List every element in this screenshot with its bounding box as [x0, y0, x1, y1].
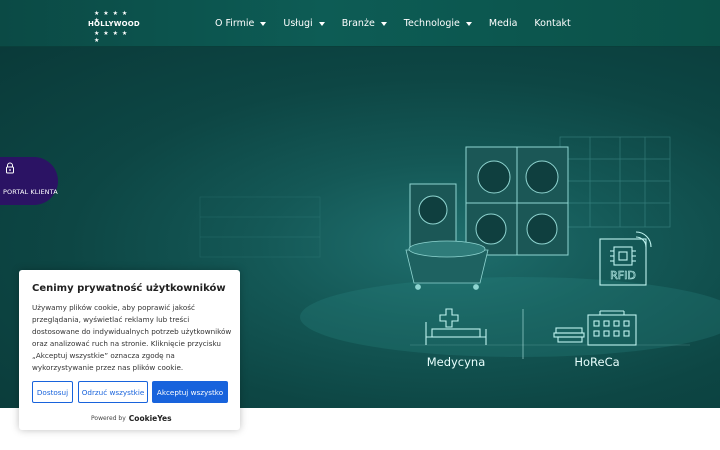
nav-item-media[interactable]: Media: [489, 18, 518, 29]
horeca-label: HoReCa: [574, 355, 619, 369]
reject-all-button[interactable]: Odrzuć wszystkie: [78, 381, 148, 403]
top-navbar: ★ ★ ★ ★ ★ HOLLYWOOD ★ ★ ★ ★ ★ O Firmie U…: [0, 0, 720, 47]
cookie-description: Używamy plików cookie, aby poprawić jako…: [32, 303, 232, 372]
accept-all-button[interactable]: Akceptuj wszystko: [152, 381, 228, 403]
nav-item-kontakt[interactable]: Kontakt: [534, 18, 570, 29]
nav-item-label: Kontakt: [534, 18, 571, 29]
portal-label: PORTAL KLIENTA: [3, 188, 58, 196]
powered-by: Powered by CookieYes: [91, 414, 172, 423]
nav-item-uslugi[interactable]: Usługi: [283, 18, 325, 29]
hollywood-logo[interactable]: ★ ★ ★ ★ ★ HOLLYWOOD ★ ★ ★ ★ ★: [88, 10, 140, 44]
customize-button[interactable]: Dostosuj: [32, 381, 73, 403]
washing-machines: [409, 146, 569, 256]
laundry-cart: [405, 240, 489, 290]
cookie-title: Cenimy prywatność użytkowników: [32, 283, 226, 294]
medical-label: Medycyna: [427, 355, 486, 369]
lock-icon: [6, 162, 14, 174]
portal-klienta-tab[interactable]: PORTAL KLIENTA: [0, 157, 58, 205]
caret-down-icon: [318, 21, 325, 26]
nav-item-label: O Firmie: [215, 18, 255, 29]
nav-item-branze[interactable]: Branże: [342, 18, 387, 29]
nav-item-o-firmie[interactable]: O Firmie: [215, 18, 267, 29]
logo-stars-bottom: ★ ★ ★ ★ ★: [94, 30, 129, 44]
rfid-label: RFID: [610, 269, 636, 282]
caret-down-icon: [465, 21, 472, 26]
cookie-consent-banner: Cenimy prywatność użytkowników Używamy p…: [19, 270, 240, 430]
nav-item-label: Branże: [341, 18, 375, 29]
powered-by-text: Powered by: [91, 415, 126, 422]
nav-item-label: Media: [488, 18, 518, 29]
main-nav: O Firmie Usługi Branże Technologie Media…: [215, 0, 588, 47]
caret-down-icon: [260, 21, 267, 26]
nav-item-label: Usługi: [283, 18, 313, 29]
nav-item-technologie[interactable]: Technologie: [404, 18, 472, 29]
nav-item-label: Technologie: [403, 18, 460, 29]
cookieyes-logo[interactable]: CookieYes: [129, 414, 172, 423]
logo-text: HOLLYWOOD: [88, 20, 140, 28]
caret-down-icon: [380, 21, 387, 26]
page: ★ ★ ★ ★ ★ HOLLYWOOD ★ ★ ★ ★ ★ O Firmie U…: [0, 0, 720, 450]
